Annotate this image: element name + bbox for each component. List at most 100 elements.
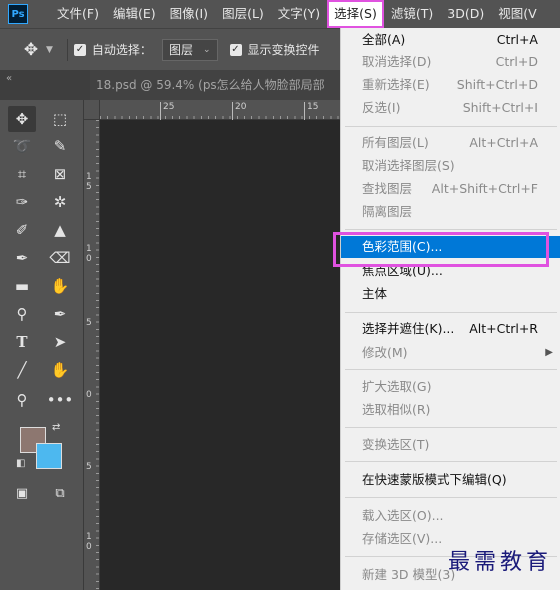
menu-item-reselect[interactable]: 重新选择(E) Shift+Ctrl+D (341, 74, 560, 96)
document-tab-row: « 18.psd @ 59.4% (ps怎么给人物脸部局部 (0, 70, 340, 100)
menu-item-subject[interactable]: 主体 (341, 283, 560, 305)
frame-tool-icon[interactable]: ⊠ (46, 161, 74, 187)
submenu-arrow-icon: ▶ (545, 347, 553, 358)
menu-item-label: 取消选择图层(S) (362, 158, 455, 173)
menu-item-label: 存储选区(V)... (362, 531, 443, 546)
document-tab[interactable]: 18.psd @ 59.4% (ps怎么给人物脸部局部 (90, 70, 340, 100)
path-selection-tool-icon[interactable]: ➤ (46, 329, 74, 355)
ruler-major-tick (232, 102, 233, 120)
ruler-label: 15 (307, 102, 319, 112)
auto-select-label: 自动选择： (91, 43, 152, 57)
menu-item-isolate-layers[interactable]: 隔离图层 (341, 201, 560, 223)
menu-item-similar[interactable]: 选取相似(R) (341, 399, 560, 421)
menu-item-label: 主体 (362, 286, 388, 301)
menu-item-label: 变换选区(T) (362, 437, 430, 452)
ruler-label: 1 0 (86, 244, 92, 264)
ruler-major-tick (160, 102, 161, 120)
show-transform-checkbox[interactable]: ✓ (229, 43, 242, 56)
layer-select-value: 图层 (168, 42, 193, 57)
menu-layer[interactable]: 图层(L) (215, 0, 271, 28)
menu-item-label: 选取相似(R) (362, 402, 431, 417)
lasso-tool-icon[interactable]: ➰ (8, 133, 36, 159)
menu-divider (345, 126, 557, 127)
menu-item-load-selection[interactable]: 载入选区(O)... (341, 505, 560, 527)
background-color-swatch[interactable] (36, 443, 62, 469)
menu-item-label: 扩大选取(G) (362, 379, 432, 394)
menu-item-label: 在快速蒙版模式下编辑(Q) (362, 472, 507, 487)
eyedropper-tool-icon[interactable]: ✑ (8, 189, 36, 215)
menu-item-shortcut: Alt+Ctrl+A (469, 135, 538, 150)
history-brush-tool-icon[interactable]: ✒ (8, 245, 36, 271)
menu-3d[interactable]: 3D(D) (440, 0, 491, 28)
menu-select[interactable]: 选择(S) (327, 0, 384, 28)
chevron-down-icon[interactable]: ▼ (46, 45, 53, 55)
more-tools-icon[interactable]: ••• (46, 387, 74, 413)
menu-item-label: 重新选择(E) (362, 77, 430, 92)
default-colors-icon[interactable]: ◧ (16, 458, 25, 469)
menu-type[interactable]: 文字(Y) (271, 0, 327, 28)
menu-item-shortcut: Ctrl+A (496, 32, 538, 47)
menu-item-shortcut: Shift+Ctrl+I (462, 100, 538, 115)
options-bar: ✥ ▼ ✓ 自动选择： 图层 ⌄ ✓ 显示变换控件 (0, 28, 340, 70)
eraser-tool-icon[interactable]: ⌫ (46, 245, 74, 271)
clone-stamp-tool-icon[interactable]: ▲ (46, 217, 74, 243)
menu-item-label: 全部(A) (362, 32, 406, 47)
move-tool-icon[interactable]: ✥ (8, 106, 36, 132)
menu-item-label: 隔离图层 (362, 204, 413, 219)
quick-selection-tool-icon[interactable]: ✎ (46, 133, 74, 159)
document-canvas[interactable] (100, 120, 340, 590)
menu-item-select-all[interactable]: 全部(A) Ctrl+A (341, 29, 560, 51)
menu-item-all-layers[interactable]: 所有图层(L) Alt+Ctrl+A (341, 132, 560, 154)
crop-tool-icon[interactable]: ⌗ (8, 161, 36, 187)
menu-item-find-layers[interactable]: 查找图层 Alt+Shift+Ctrl+F (341, 178, 560, 200)
menu-item-deselect[interactable]: 取消选择(D) Ctrl+D (341, 51, 560, 73)
menu-item-shortcut: Ctrl+D (495, 54, 538, 69)
watermark: 最需教育 (447, 550, 552, 575)
menu-filter[interactable]: 滤镜(T) (384, 0, 440, 28)
line-tool-icon[interactable]: ╱ (8, 357, 36, 383)
menu-divider (345, 229, 557, 230)
menu-item-grow[interactable]: 扩大选取(G) (341, 376, 560, 398)
hand-tool-icon[interactable]: ✋ (46, 357, 74, 383)
ruler-corner (84, 100, 100, 120)
menu-item-select-and-mask[interactable]: 选择并遮住(K)... Alt+Ctrl+R (341, 318, 560, 340)
zoom-tool-icon[interactable]: ⚲ (8, 387, 36, 413)
horizontal-ruler: 25 20 15 (100, 100, 340, 120)
select-menu-dropdown: 全部(A) Ctrl+A 取消选择(D) Ctrl+D 重新选择(E) Shif… (340, 28, 560, 590)
menu-file[interactable]: 文件(F) (50, 0, 106, 28)
brush-tool-icon[interactable]: ✐ (8, 217, 36, 243)
gradient-tool-icon[interactable]: ▬ (8, 273, 36, 299)
screen-mode-icon[interactable]: ⧉ (46, 480, 74, 506)
ruler-label: 5 (86, 462, 92, 472)
auto-select-checkbox[interactable]: ✓ (73, 43, 86, 56)
menu-item-deselect-layers[interactable]: 取消选择图层(S) (341, 155, 560, 177)
ruler-label: 0 (86, 390, 92, 400)
menu-item-quick-mask[interactable]: 在快速蒙版模式下编辑(Q) (341, 469, 560, 491)
healing-brush-tool-icon[interactable]: ✲ (46, 189, 74, 215)
menu-item-modify[interactable]: 修改(M) ▶ (341, 342, 560, 364)
marquee-tool-icon[interactable]: ⬚ (46, 106, 74, 132)
menu-divider (345, 312, 557, 313)
ruler-label: 5 (86, 318, 92, 328)
move-tool-icon[interactable]: ✥ (16, 40, 46, 60)
menu-edit[interactable]: 编辑(E) (106, 0, 163, 28)
menu-item-label: 选择并遮住(K)... (362, 321, 455, 336)
collapse-panel-icon[interactable]: « (6, 73, 12, 84)
type-tool-icon[interactable]: T (8, 329, 36, 355)
menu-item-shortcut: Alt+Ctrl+R (469, 321, 538, 336)
menu-view[interactable]: 视图(V (491, 0, 543, 28)
vertical-ruler: 1 5 1 0 5 0 5 1 0 (84, 120, 100, 590)
menu-item-inverse[interactable]: 反选(I) Shift+Ctrl+I (341, 97, 560, 119)
menu-item-label: 反选(I) (362, 100, 401, 115)
swap-colors-icon[interactable]: ⇄ (52, 422, 60, 433)
layer-select-dropdown[interactable]: 图层 ⌄ (161, 38, 218, 61)
pen-tool-icon[interactable]: ✒ (46, 301, 74, 327)
chevron-down-icon: ⌄ (202, 44, 211, 55)
menu-item-label: 所有图层(L) (362, 135, 429, 150)
annotation-highlight-box (333, 232, 549, 267)
menu-item-transform-selection[interactable]: 变换选区(T) (341, 434, 560, 456)
quick-mask-icon[interactable]: ▣ (8, 480, 36, 506)
dodge-tool-icon[interactable]: ⚲ (8, 301, 36, 327)
menu-image[interactable]: 图像(I) (163, 0, 215, 28)
blur-tool-icon[interactable]: ✋ (46, 273, 74, 299)
